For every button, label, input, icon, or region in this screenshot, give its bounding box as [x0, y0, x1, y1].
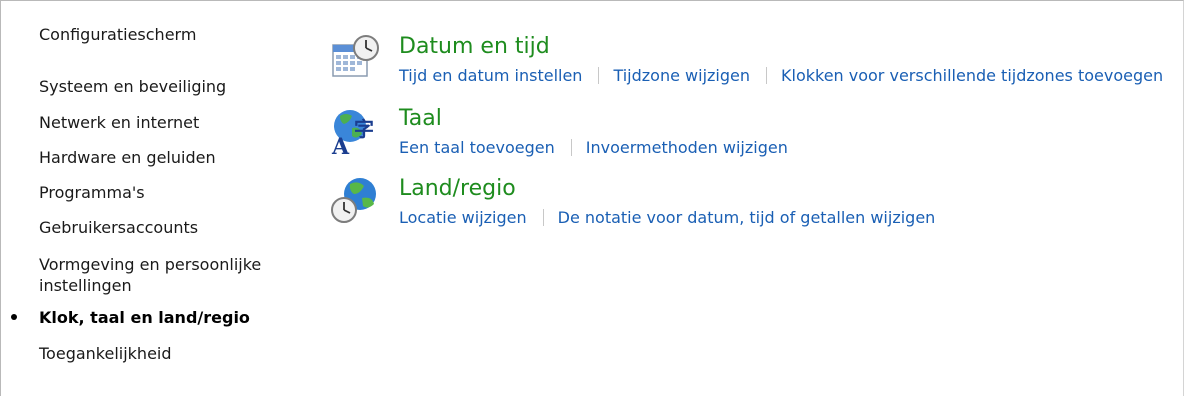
link-separator	[766, 67, 767, 84]
category-links-region: Locatie wijzigen De notatie voor datum, t…	[399, 208, 935, 227]
category-title-date-time[interactable]: Datum en tijd	[399, 34, 550, 59]
globe-clock-icon	[331, 178, 376, 223]
link-separator	[542, 209, 544, 226]
sidebar-item-clock-language-region[interactable]: Klok, taal en land/regio	[39, 307, 250, 328]
sidebar: Configuratiescherm Systeem en beveiligin…	[0, 0, 300, 396]
link-separator	[570, 139, 572, 156]
category-title-region[interactable]: Land/regio	[399, 176, 516, 201]
sidebar-item-system-security[interactable]: Systeem en beveiliging	[39, 76, 226, 97]
category-links-date-time: Tijd en datum instellen Tijdzone wijzigen…	[399, 66, 1163, 85]
sidebar-item-network-internet[interactable]: Netwerk en internet	[39, 112, 199, 133]
link-add-language[interactable]: Een taal toevoegen	[399, 138, 555, 157]
sidebar-item-user-accounts[interactable]: Gebruikersaccounts	[39, 217, 198, 238]
sidebar-item-accessibility[interactable]: Toegankelijkheid	[39, 343, 172, 364]
sidebar-home-link[interactable]: Configuratiescherm	[39, 25, 196, 44]
link-change-input-methods[interactable]: Invoermethoden wijzigen	[586, 138, 788, 157]
language-globe-icon: 字 A	[331, 110, 374, 156]
link-change-formats[interactable]: De notatie voor datum, tijd of getallen …	[558, 208, 936, 227]
category-links-language: Een taal toevoegen Invoermethoden wijzige…	[399, 138, 788, 157]
active-bullet-icon	[11, 314, 17, 320]
svg-text:字: 字	[354, 117, 374, 141]
link-separator	[598, 67, 600, 84]
svg-text:A: A	[331, 134, 350, 156]
link-add-clocks[interactable]: Klokken voor verschillende tijdzones toe…	[781, 66, 1163, 85]
category-title-language[interactable]: Taal	[399, 106, 442, 131]
sidebar-item-programs[interactable]: Programma's	[39, 182, 145, 203]
link-set-time-date[interactable]: Tijd en datum instellen	[399, 66, 582, 85]
link-change-time-zone[interactable]: Tijdzone wijzigen	[613, 66, 750, 85]
sidebar-item-hardware-sound[interactable]: Hardware en geluiden	[39, 147, 216, 168]
calendar-clock-icon	[332, 35, 379, 77]
link-change-location[interactable]: Locatie wijzigen	[399, 208, 527, 227]
sidebar-item-appearance[interactable]: Vormgeving en persoonlijke instellingen	[39, 254, 284, 296]
